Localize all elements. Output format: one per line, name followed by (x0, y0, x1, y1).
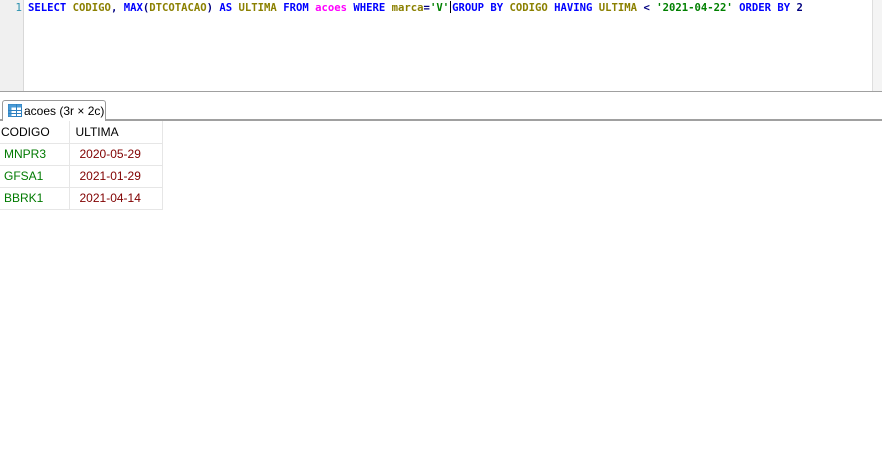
cell-ultima[interactable]: 2021-04-14 (69, 186, 163, 210)
cell-ultima[interactable]: 2021-01-29 (69, 164, 163, 188)
sql-token: ORDER BY (739, 2, 797, 14)
result-tab-label: acoes (3r × 2c) (24, 104, 105, 118)
sql-token: marca (391, 2, 424, 14)
result-grid[interactable]: CODIGO ULTIMA MNPR3 2020-05-29 GFSA1 202… (0, 121, 163, 210)
sql-token: ) (206, 2, 220, 14)
cell-codigo[interactable]: MNPR3 (0, 142, 70, 166)
sql-token: 2 (796, 2, 803, 14)
sql-token: 'V' (429, 2, 450, 14)
result-tab-strip: acoes (3r × 2c) (0, 92, 882, 121)
sql-token: CODIGO (509, 2, 555, 14)
cell-ultima[interactable]: 2020-05-29 (69, 142, 163, 166)
line-number-gutter: 1 (0, 0, 24, 91)
table-row[interactable]: BBRK1 2021-04-14 (0, 186, 163, 210)
sql-token: MAX (123, 2, 143, 14)
sql-token: < (643, 2, 657, 14)
sql-token: HAVING (554, 2, 599, 14)
editor-vertical-scrollbar[interactable] (872, 0, 882, 91)
result-tab-acoes[interactable]: acoes (3r × 2c) (2, 100, 106, 121)
table-row[interactable]: GFSA1 2021-01-29 (0, 164, 163, 188)
sql-token: '2021-04-22' (656, 2, 740, 14)
sql-token: AS (219, 2, 239, 14)
sql-token: acoes (315, 2, 354, 14)
sql-token: GROUP BY (452, 2, 510, 14)
sql-token: CODIGO (72, 2, 111, 14)
column-header-codigo[interactable]: CODIGO (0, 121, 70, 143)
sql-token: ULTIMA (238, 2, 284, 14)
sql-token: WHERE (353, 2, 392, 14)
sql-token: DTCOTACAO (149, 2, 207, 14)
table-row[interactable]: MNPR3 2020-05-29 (0, 142, 163, 166)
sql-token: FROM (283, 2, 316, 14)
sql-editor[interactable]: 1 SELECT CODIGO, MAX(DTCOTACAO) AS ULTIM… (0, 0, 882, 92)
sql-token: ULTIMA (598, 2, 644, 14)
grid-header-row: CODIGO ULTIMA (0, 121, 163, 143)
text-caret (450, 1, 452, 13)
line-number: 1 (15, 1, 22, 14)
cell-codigo[interactable]: BBRK1 (0, 186, 70, 210)
sql-token: , (110, 2, 124, 14)
column-header-ultima[interactable]: ULTIMA (69, 121, 163, 143)
sql-code-line[interactable]: SELECT CODIGO, MAX(DTCOTACAO) AS ULTIMA … (28, 1, 803, 15)
table-grid-icon (8, 104, 22, 117)
sql-token: SELECT (28, 2, 73, 14)
cell-codigo[interactable]: GFSA1 (0, 164, 70, 188)
